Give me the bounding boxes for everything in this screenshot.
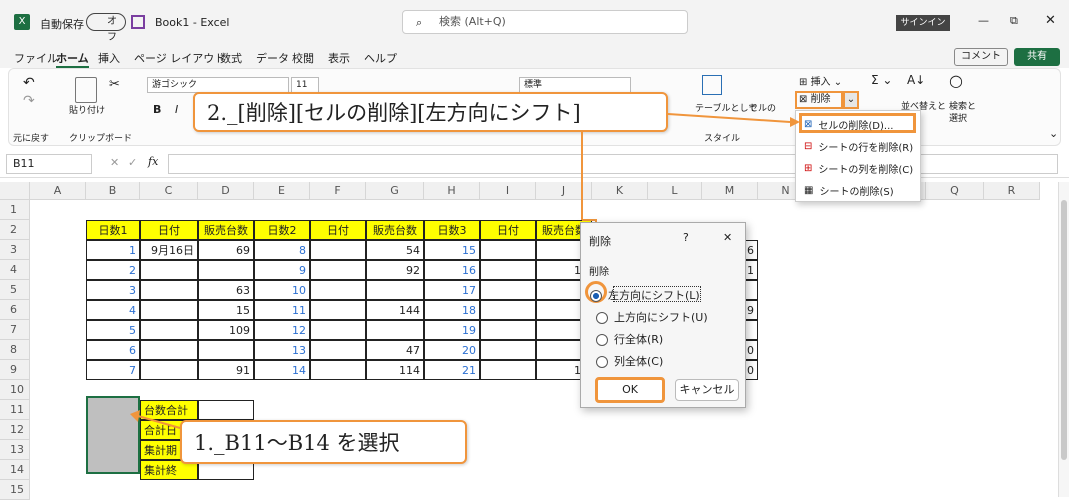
option-label: 上方向にシフト(U) [614, 311, 708, 324]
option-label: 行全体(R) [614, 333, 664, 346]
ok-button[interactable]: OK [595, 377, 665, 403]
option-shift-left[interactable]: 左方向にシフト(L) [590, 287, 700, 303]
annotation-arrows [130, 113, 800, 429]
option-label: 左方向にシフト(L) [608, 289, 700, 302]
dialog-title: 削除 [589, 235, 611, 248]
radio-icon [596, 356, 608, 368]
radio-selected-icon [590, 290, 602, 302]
radio-icon [596, 312, 608, 324]
option-label: 列全体(C) [614, 355, 664, 368]
callout-step-1: 1._B11～B14 を選択 [180, 420, 467, 464]
dialog-group-label: 削除 [589, 267, 609, 278]
delete-dialog: 削除 ? ✕ 削除 左方向にシフト(L) 上方向にシフト(U) 行全体(R) 列… [580, 222, 746, 408]
cancel-button[interactable]: キャンセル [675, 379, 739, 401]
option-entire-column[interactable]: 列全体(C) [596, 353, 663, 369]
option-entire-row[interactable]: 行全体(R) [596, 331, 663, 347]
help-icon[interactable]: ? [683, 231, 689, 244]
option-shift-up[interactable]: 上方向にシフト(U) [596, 309, 708, 325]
dialog-close-icon[interactable]: ✕ [723, 231, 732, 244]
radio-icon [596, 334, 608, 346]
